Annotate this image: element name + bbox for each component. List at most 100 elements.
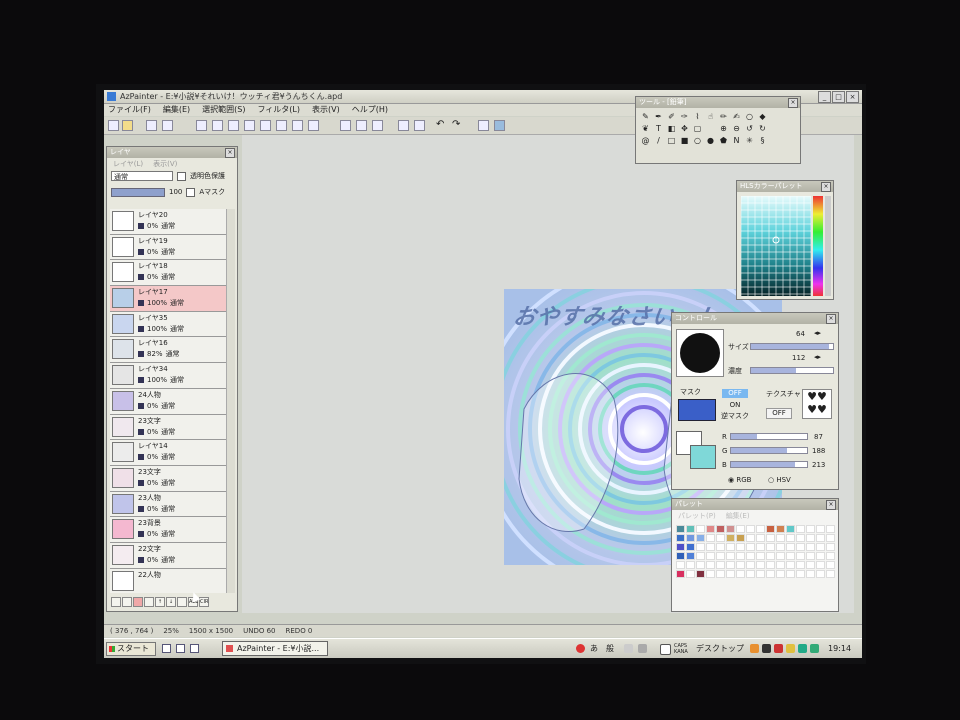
visibility-icon[interactable] [138,428,144,435]
dodge-icon[interactable]: ○ [744,111,755,122]
palette-swatch[interactable] [806,534,815,542]
rgb-radio[interactable]: ◉ RGB [728,476,751,484]
quicklaunch-ie-icon[interactable] [162,644,171,653]
visibility-icon[interactable] [138,402,144,409]
palette-swatch[interactable] [736,534,745,542]
palette-swatch[interactable] [756,570,765,578]
tool-blank-3-icon[interactable] [705,123,716,134]
tool-g-icon[interactable] [292,120,303,131]
close-icon[interactable]: × [821,182,831,192]
palette-swatch[interactable] [706,543,715,551]
protect-alpha-checkbox[interactable] [177,171,186,181]
palette-swatch[interactable] [766,570,775,578]
tool-b-icon[interactable] [212,120,223,131]
palette-swatch[interactable] [686,570,695,578]
palette-swatch[interactable] [756,561,765,569]
grid2-icon[interactable] [356,120,367,131]
visibility-icon[interactable] [138,377,144,384]
ime-hiragana[interactable]: あ [590,641,598,656]
amask-checkbox[interactable] [186,187,196,197]
pencil-icon[interactable]: ✎ [640,111,651,122]
mask-preview[interactable] [678,399,716,421]
resize-icon[interactable] [414,120,425,131]
palette-swatch[interactable] [686,561,695,569]
control-panel-header[interactable]: コントロール × [672,313,838,324]
palette-swatch[interactable] [796,543,805,551]
layer-row[interactable]: 23背景 0% 通常 [110,517,228,543]
zoom-in-icon[interactable]: ⊕ [718,123,729,134]
rect-icon[interactable]: □ [666,135,677,146]
text-icon[interactable]: T [653,123,664,134]
option-icon[interactable] [494,120,505,131]
polygon-icon[interactable]: ⬟ [718,135,729,146]
visibility-icon[interactable] [138,223,144,229]
palette-swatch[interactable] [706,552,715,560]
zigzag-icon[interactable]: N [731,135,742,146]
leaf-icon[interactable]: ❦ [640,123,651,134]
visibility-icon[interactable] [138,531,144,538]
select-icon[interactable]: ▢ [692,123,703,134]
palette-swatch[interactable] [786,552,795,560]
palette-swatch[interactable] [716,543,725,551]
close-icon[interactable]: × [225,148,235,158]
menu-view[interactable]: 表示(V) [312,104,340,116]
palette-swatch[interactable] [716,525,725,533]
palette-swatch[interactable] [746,525,755,533]
palette-swatch[interactable] [726,543,735,551]
palette-swatch[interactable] [816,534,825,542]
copy-layer-icon[interactable] [122,597,132,607]
palette-swatch[interactable] [786,534,795,542]
palette-swatch[interactable] [676,552,685,560]
palette-menu-edit[interactable]: 編集(E) [726,510,750,522]
palette-menu-palette[interactable]: パレット(P) [678,510,716,522]
mask-off-option[interactable]: OFF [722,389,748,398]
palette-swatch[interactable] [756,534,765,542]
layer-row[interactable]: 23文字 0% 通常 [110,465,228,492]
palette-swatch[interactable] [766,561,775,569]
layer-row[interactable]: 22人物 [110,568,228,593]
layer-menu-layer[interactable]: レイヤ(L) [113,158,143,170]
close-icon[interactable]: × [788,98,798,108]
visibility-icon[interactable] [138,505,144,512]
tool-blank-1-icon[interactable] [770,111,781,122]
rotate-right-icon[interactable]: ↻ [757,123,768,134]
size-slider[interactable] [750,343,834,350]
palette-swatch[interactable] [686,534,695,542]
palette-swatch[interactable] [746,534,755,542]
palette-swatch[interactable] [706,525,715,533]
palette-swatch[interactable] [816,552,825,560]
palette-swatch[interactable] [686,552,695,560]
layer-row[interactable]: レイヤ35 100% 通常 [110,311,228,338]
cir-button[interactable]: CIR [199,597,209,607]
menu-help[interactable]: ヘルプ(H) [352,104,388,116]
visibility-icon[interactable] [138,479,144,486]
g-slider[interactable] [730,447,808,454]
palette-swatch[interactable] [716,552,725,560]
tray-app-icon[interactable] [750,644,759,653]
layer-row[interactable]: レイヤ20 0% 通常 [110,209,228,235]
layer-menu-view[interactable]: 表示(V) [153,158,177,170]
move-up-icon[interactable]: ↑ [155,597,165,607]
layer-row[interactable]: 24人物 0% 通常 [110,388,228,415]
palette-swatch[interactable] [766,525,775,533]
palette-swatch[interactable] [756,552,765,560]
grid-icon[interactable] [340,120,351,131]
palette-swatch[interactable] [676,561,685,569]
tray-app-icon[interactable] [810,644,819,653]
hls-panel-header[interactable]: HLSカラーパレット × [737,181,833,192]
move-down-icon[interactable]: ↓ [166,597,176,607]
save-as-icon[interactable] [162,120,173,131]
visibility-icon[interactable] [138,556,144,563]
mask-invert-option[interactable]: 逆マスク [718,412,752,421]
palette-swatch[interactable] [686,543,695,551]
visibility-icon[interactable] [138,454,144,461]
palette-swatch[interactable] [796,525,805,533]
menu-filter[interactable]: フィルタ(L) [257,104,300,116]
gradient-icon[interactable]: ◧ [666,123,677,134]
visibility-icon[interactable] [138,300,144,307]
zoom-out-icon[interactable]: ⊖ [731,123,742,134]
palette-swatch[interactable] [696,570,705,578]
b-slider[interactable] [730,461,808,468]
palette-swatch[interactable] [806,525,815,533]
new-layer-icon[interactable] [111,597,121,607]
